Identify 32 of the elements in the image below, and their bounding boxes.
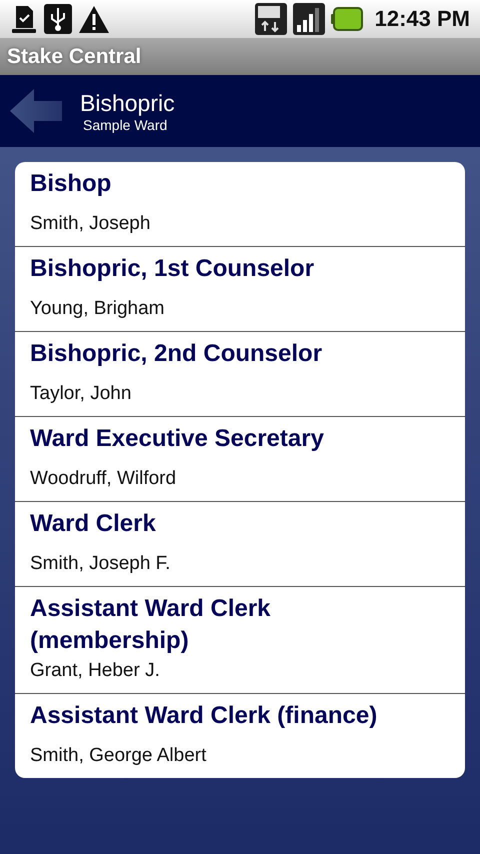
data-3g-icon bbox=[254, 3, 287, 35]
screen-subtitle: Sample Ward bbox=[83, 116, 168, 132]
position-title: Assistant Ward Clerk (finance) bbox=[30, 701, 378, 731]
member-name: Smith, Joseph F. bbox=[30, 552, 172, 576]
position-item[interactable]: Bishopric, 1st Counselor Young, Brigham bbox=[15, 246, 465, 331]
battery-icon bbox=[330, 7, 363, 31]
position-item[interactable]: Ward Executive Secretary Woodruff, Wilford bbox=[15, 416, 465, 501]
member-name: Grant, Heber J. bbox=[30, 659, 161, 683]
member-name: Taylor, John bbox=[30, 382, 132, 406]
position-title: Bishopric, 2nd Counselor bbox=[30, 339, 324, 369]
app-title: Stake Central bbox=[7, 44, 142, 68]
member-name: Smith, Joseph bbox=[30, 212, 152, 236]
position-title: Bishopric, 1st Counselor bbox=[30, 254, 316, 284]
clock-time: 12:43 PM bbox=[374, 6, 470, 32]
download-done-icon bbox=[10, 4, 38, 34]
signal-icon bbox=[292, 3, 325, 35]
usb-icon bbox=[44, 4, 72, 34]
member-name: Young, Brigham bbox=[30, 297, 166, 321]
position-item[interactable]: Bishopric, 2nd Counselor Taylor, John bbox=[15, 331, 465, 416]
position-item[interactable]: Assistant Ward Clerk (membership) Grant, Heber J. bbox=[15, 586, 465, 693]
position-title: Assistant Ward Clerk (membership) bbox=[30, 594, 272, 656]
member-name: Woodruff, Wilford bbox=[30, 467, 178, 491]
position-title: Ward Executive Secretary bbox=[30, 424, 325, 454]
warning-icon bbox=[78, 4, 110, 34]
position-item[interactable]: Bishop Smith, Joseph bbox=[15, 162, 465, 246]
position-item[interactable]: Assistant Ward Clerk (finance) Smith, George Albert bbox=[15, 693, 465, 778]
screen-title: Bishopric bbox=[80, 90, 175, 116]
back-button[interactable] bbox=[10, 87, 62, 135]
position-item[interactable]: Ward Clerk Smith, Joseph F. bbox=[15, 501, 465, 586]
member-name: Smith, George Albert bbox=[30, 744, 208, 768]
position-title: Ward Clerk bbox=[30, 509, 157, 539]
position-title: Bishop bbox=[30, 169, 112, 199]
